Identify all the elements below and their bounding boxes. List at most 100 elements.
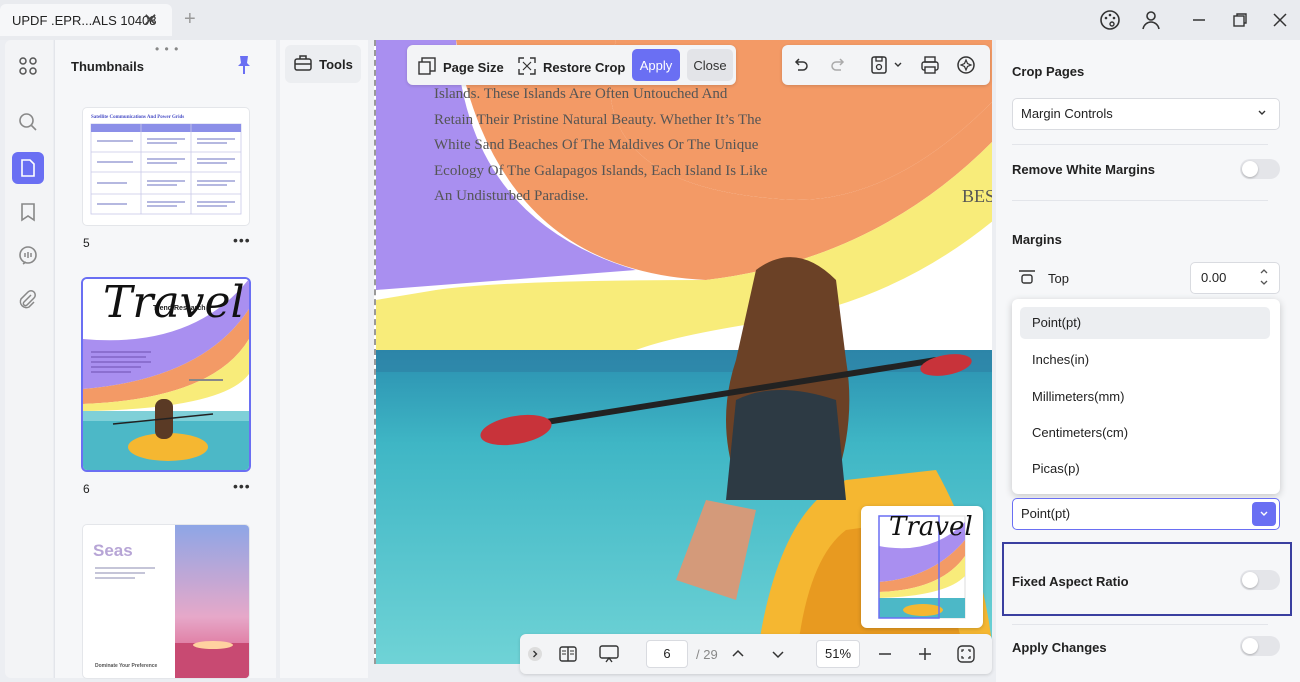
thumbnail-more-button[interactable]: ••• [233, 478, 251, 494]
save-chevron-down-icon[interactable] [892, 54, 904, 76]
page-thumbnail-6[interactable]: Trend Research Travel [83, 279, 249, 470]
chevron-down-icon[interactable] [767, 643, 789, 665]
chevron-up-icon[interactable] [727, 643, 749, 665]
page-thumbnail-5[interactable]: Satellite Communications And Power Grids [83, 108, 249, 225]
restore-crop-button[interactable]: Restore Crop [517, 56, 625, 79]
page-text-line: White Sand Beaches Of The Maldives Or Th… [434, 137, 759, 154]
user-icon[interactable] [1139, 8, 1163, 32]
restore-icon[interactable] [1228, 8, 1252, 32]
page-body-text: Islands. These Islands Are Often Untouch… [434, 82, 794, 210]
page-minimap[interactable]: Travel [861, 506, 983, 628]
unit-option-millimeters[interactable]: Millimeters(mm) [1020, 381, 1270, 413]
crop-settings-panel: Crop Pages Margin Controls Remove White … [996, 40, 1300, 682]
apply-button[interactable]: Apply [632, 49, 680, 81]
thumbnail-more-button[interactable]: ••• [233, 232, 251, 248]
margin-top-label: Top [1048, 271, 1069, 286]
tools-button[interactable]: Tools [285, 45, 361, 83]
apply-changes-toggle[interactable] [1240, 636, 1280, 656]
remove-white-margins-label: Remove White Margins [1012, 162, 1156, 177]
page-text-line: Ecology Of The Galapagos Islands, Each I… [434, 162, 768, 179]
print-icon[interactable] [919, 54, 941, 76]
page-side-text: BES [962, 186, 992, 206]
close-tab-icon[interactable]: ✕ [143, 10, 158, 31]
minimap-title: Travel [889, 512, 973, 542]
unit-select-value: Point(pt) [1021, 506, 1071, 521]
thumb7-footer: Dominate Your Preference [95, 663, 158, 669]
attachment-icon[interactable] [12, 284, 44, 316]
divider [1012, 144, 1268, 145]
crop-pages-title: Crop Pages [1012, 64, 1085, 79]
crop-mode-select[interactable]: Margin Controls [1012, 98, 1280, 130]
fixed-aspect-ratio-toggle[interactable] [1240, 570, 1280, 590]
apply-changes-label: Apply Changes [1012, 640, 1107, 655]
margin-top-value: 0.00 [1201, 270, 1227, 285]
undo-icon[interactable] [790, 54, 812, 76]
page-navigation-bar: 6 / 29 51% [520, 634, 992, 674]
search-icon[interactable] [12, 106, 44, 138]
close-button[interactable]: Close [687, 49, 733, 81]
margin-top-input[interactable]: 0.00 [1190, 262, 1280, 294]
unit-option-centimeters[interactable]: Centimeters(cm) [1020, 417, 1270, 449]
panel-grip[interactable]: • • • [155, 42, 179, 56]
new-tab-icon[interactable]: + [184, 8, 196, 31]
restore-crop-label: Restore Crop [543, 60, 626, 75]
thumbnail-page-number: 5 [83, 236, 90, 250]
unit-option-point[interactable]: Point(pt) [1020, 307, 1270, 339]
unit-option-inches[interactable]: Inches(in) [1020, 344, 1270, 376]
page-text-line: An Undisturbed Paradise. [434, 188, 589, 205]
pin-icon[interactable] [236, 55, 252, 78]
redo-icon[interactable] [827, 54, 849, 76]
margins-title: Margins [1012, 232, 1062, 247]
page-thumbnail-7[interactable]: Seas Dominate Your Preference [83, 525, 249, 678]
unit-option-picas[interactable]: Picas(p) [1020, 453, 1270, 485]
zoom-level[interactable]: 51% [816, 640, 860, 668]
crop-mode-value: Margin Controls [1021, 106, 1113, 121]
zoom-out-icon[interactable] [874, 643, 896, 665]
page-icon[interactable] [12, 152, 44, 184]
title-bar: UPDF .EPR...ALS 10408 ✕ + [0, 0, 1300, 40]
thumb7-title: Seas [93, 541, 133, 560]
document-tab[interactable]: UPDF .EPR...ALS 10408 ✕ [0, 4, 172, 36]
bookmark-icon[interactable] [12, 196, 44, 228]
margin-top-icon [1018, 269, 1036, 288]
presentation-icon[interactable] [598, 643, 620, 665]
page-number-input[interactable]: 6 [646, 640, 688, 668]
fixed-aspect-ratio-label: Fixed Aspect Ratio [1012, 574, 1129, 589]
page-text-line: Islands. These Islands Are Often Untouch… [434, 86, 728, 102]
unit-select[interactable]: Point(pt) [1012, 498, 1280, 530]
palette-icon[interactable] [1098, 8, 1122, 32]
ai-icon[interactable] [955, 54, 977, 76]
page-size-label: Page Size [443, 60, 504, 75]
chevron-right-icon[interactable] [526, 643, 544, 665]
chevron-down-icon [1257, 99, 1267, 129]
save-icon[interactable] [868, 54, 890, 76]
two-page-icon[interactable] [557, 643, 579, 665]
divider [1012, 624, 1268, 625]
unit-dropdown-menu: Point(pt) Inches(in) Millimeters(mm) Cen… [1012, 299, 1280, 494]
tools-column: Tools [280, 40, 368, 678]
thumbnails-title: Thumbnails [71, 59, 144, 74]
divider [1012, 200, 1268, 201]
document-tab-title: UPDF .EPR...ALS 10408 [12, 12, 157, 28]
minimize-icon[interactable] [1187, 8, 1211, 32]
spinner-icon[interactable] [1259, 265, 1269, 291]
page-size-button[interactable]: Page Size [417, 56, 504, 79]
restore-crop-icon [517, 56, 537, 79]
apps-icon[interactable] [12, 50, 44, 82]
remove-white-margins-toggle[interactable] [1240, 159, 1280, 179]
toolbox-icon [293, 54, 313, 75]
edit-toolbar [782, 45, 990, 85]
thumbnail-page-number: 6 [83, 482, 90, 496]
page-size-icon [417, 56, 437, 79]
crop-toolbar: Page Size Restore Crop Apply Close [407, 45, 736, 85]
page-total: / 29 [696, 647, 718, 662]
thumb6-title: Travel [103, 279, 245, 328]
left-rail [5, 40, 53, 678]
fit-icon[interactable] [955, 643, 977, 665]
page-text-line: Retain Their Pristine Natural Beauty. Wh… [434, 111, 762, 128]
close-icon[interactable] [1268, 8, 1292, 32]
thumbnails-panel: • • • Thumbnails Satellite Communication… [54, 40, 276, 678]
zoom-in-icon[interactable] [914, 643, 936, 665]
chevron-down-icon[interactable] [1252, 502, 1276, 526]
comment-icon[interactable] [12, 240, 44, 272]
